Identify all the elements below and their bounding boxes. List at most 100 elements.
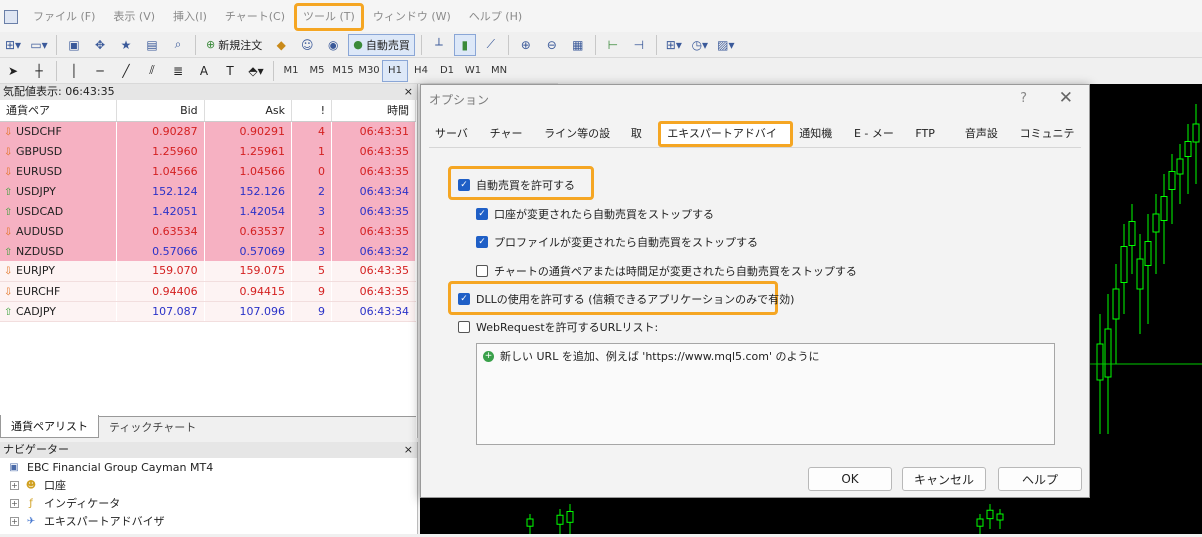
cursor-icon[interactable]: ➤ (2, 60, 24, 82)
stop-on-account-option[interactable]: ✓ 口座が変更されたら自動売買をストップする (476, 206, 714, 222)
stop-on-profile-option[interactable]: ✓ プロファイルが変更されたら自動売買をストップする (476, 234, 758, 250)
expand-icon[interactable]: + (10, 516, 19, 526)
timeframe-w1[interactable]: W1 (460, 60, 486, 82)
cancel-button[interactable]: キャンセル (902, 467, 986, 491)
navigator-item-indicators[interactable]: + ƒ インディケータ (0, 494, 417, 512)
channel-icon[interactable]: ⫽ (141, 60, 163, 82)
timeframe-m1[interactable]: M1 (278, 60, 304, 82)
text-label-icon[interactable]: T (219, 60, 241, 82)
navigator-item-experts[interactable]: + ✈ エキスパートアドバイザ (0, 512, 417, 530)
timeframe-m15[interactable]: M15 (330, 60, 356, 82)
new-order-button[interactable]: ⊕ 新規注文 (202, 34, 266, 56)
tab-email[interactable]: E - メール (848, 121, 909, 166)
tab-symbols[interactable]: 通貨ペアリスト (0, 415, 99, 438)
timeframe-h1[interactable]: H1 (382, 59, 408, 82)
periods-icon[interactable]: ◷▾ (689, 34, 711, 56)
timeframe-m30[interactable]: M30 (356, 60, 382, 82)
close-icon[interactable]: ✕ (1059, 88, 1073, 108)
timeframe-d1[interactable]: D1 (434, 60, 460, 82)
webrequest-checkbox[interactable] (458, 321, 470, 333)
timeframe-mn[interactable]: MN (486, 60, 512, 82)
navigator-item-accounts[interactable]: + ☻ 口座 (0, 476, 417, 494)
tab-sound[interactable]: 音声設定 (959, 121, 1014, 166)
allow-dll-checkbox[interactable]: ✓ (458, 293, 470, 305)
autoscroll-icon[interactable]: ⊢ (602, 34, 624, 56)
tab-expert-advisors[interactable]: エキスパートアドバイザ (658, 121, 794, 160)
ok-button[interactable]: OK (808, 467, 892, 491)
tab-server[interactable]: サーバー (429, 121, 484, 166)
tab-tick-chart[interactable]: ティックチャート (99, 416, 206, 438)
menu-insert[interactable]: 挿入(I) (164, 0, 216, 34)
menu-window[interactable]: ウィンドウ (W) (364, 0, 460, 34)
table-row[interactable]: ⇩ EURUSD 1.04566 1.04566 0 06:43:35 (0, 161, 416, 181)
stop-on-chart-checkbox[interactable] (476, 265, 488, 277)
terminal-icon[interactable]: ▤ (141, 34, 163, 56)
strategy-tester-icon[interactable]: ⌕ (167, 34, 189, 56)
table-row[interactable]: ⇩ GBPUSD 1.25960 1.25961 1 06:43:35 (0, 141, 416, 161)
autotrade-button[interactable]: ● 自動売買 (348, 33, 415, 56)
tab-notifications[interactable]: 通知機能 (793, 121, 848, 166)
column-header-symbol[interactable]: 通貨ペア (0, 100, 118, 122)
help-button[interactable]: ヘルプ (998, 467, 1082, 491)
navigator-item-broker[interactable]: ▣ EBC Financial Group Cayman MT4 (0, 458, 417, 476)
zoom-in-icon[interactable]: ⊕ (515, 34, 537, 56)
table-row[interactable]: ⇩ USDCHF 0.90287 0.90291 4 06:43:31 (0, 121, 416, 141)
vertical-line-icon[interactable]: │ (63, 60, 85, 82)
expand-icon[interactable]: + (10, 480, 19, 490)
bar-chart-icon[interactable]: ┴ (428, 34, 450, 56)
line-chart-icon[interactable]: ⟋ (480, 34, 502, 56)
table-row[interactable]: ⇧ USDCAD 1.42051 1.42054 3 06:43:35 (0, 201, 416, 221)
menu-file[interactable]: ファイル (F) (24, 0, 104, 34)
add-url-item[interactable]: + 新しい URL を追加、例えば 'https://www.mql5.com'… (477, 344, 1054, 368)
market-watch-icon[interactable]: ▣ (63, 34, 85, 56)
trendline-icon[interactable]: ╱ (115, 60, 137, 82)
close-icon[interactable]: × (404, 442, 413, 458)
stop-on-profile-checkbox[interactable]: ✓ (476, 236, 488, 248)
table-row[interactable]: ⇧ USDJPY 152.124 152.126 2 06:43:34 (0, 181, 416, 201)
stop-on-account-checkbox[interactable]: ✓ (476, 208, 488, 220)
column-header-time[interactable]: 時間 (331, 100, 416, 122)
metaeditor-icon[interactable]: ◆ (270, 34, 292, 56)
signal-icon[interactable]: ◉ (322, 34, 344, 56)
tab-chart[interactable]: チャート (484, 121, 539, 166)
allow-dll-option[interactable]: ✓ DLLの使用を許可する (信頼できるアプリケーションのみで有効) (458, 291, 794, 307)
new-chart-icon[interactable]: ⊞▾ (2, 34, 24, 56)
allow-autotrade-option[interactable]: ✓ 自動売買を許可する (458, 177, 575, 193)
menu-help[interactable]: ヘルプ (H) (460, 0, 531, 34)
timeframe-h4[interactable]: H4 (408, 60, 434, 82)
menu-view[interactable]: 表示 (V) (104, 0, 164, 34)
allow-autotrade-checkbox[interactable]: ✓ (458, 179, 470, 191)
tab-community[interactable]: コミュニティ (1014, 121, 1089, 166)
zoom-out-icon[interactable]: ⊖ (541, 34, 563, 56)
horizontal-line-icon[interactable]: ─ (89, 60, 111, 82)
user-icon[interactable]: ☺ (296, 34, 318, 56)
column-header-bid[interactable]: Bid (116, 100, 205, 122)
chart-shift-icon[interactable]: ⊣ (628, 34, 650, 56)
tab-trade[interactable]: 取引 (625, 121, 658, 166)
candlestick-icon[interactable]: ▮ (453, 33, 476, 56)
table-row[interactable]: ⇩ EURCHF 0.94406 0.94415 9 06:43:35 (0, 281, 416, 302)
table-row[interactable]: ⇩ AUDUSD 0.63534 0.63537 3 06:43:35 (0, 221, 416, 241)
templates-icon[interactable]: ▨▾ (715, 34, 737, 56)
tile-windows-icon[interactable]: ▦ (567, 34, 589, 56)
timeframe-m5[interactable]: M5 (304, 60, 330, 82)
close-icon[interactable]: × (404, 84, 413, 100)
url-list[interactable]: + 新しい URL を追加、例えば 'https://www.mql5.com'… (476, 343, 1055, 445)
navigator-icon[interactable]: ★ (115, 34, 137, 56)
data-window-icon[interactable]: ✥ (89, 34, 111, 56)
column-header-ask[interactable]: Ask (204, 100, 293, 122)
table-row[interactable]: ⇧ CADJPY 107.087 107.096 9 06:43:34 (0, 301, 416, 322)
table-row[interactable]: ⇧ NZDUSD 0.57066 0.57069 3 06:43:32 (0, 241, 416, 261)
tab-ftp[interactable]: FTP (909, 121, 941, 147)
column-header-spread[interactable]: ! (291, 100, 332, 122)
menu-tools[interactable]: ツール (T) (294, 3, 364, 31)
menu-chart[interactable]: チャート(C) (216, 0, 294, 34)
fibonacci-icon[interactable]: ≣ (167, 60, 189, 82)
expand-icon[interactable]: + (10, 498, 19, 508)
profiles-icon[interactable]: ▭▾ (28, 34, 50, 56)
crosshair-icon[interactable]: ┼ (28, 60, 50, 82)
stop-on-chart-option[interactable]: チャートの通貨ペアまたは時間足が変更されたら自動売買をストップする (476, 263, 857, 279)
indicators-icon[interactable]: ⊞▾ (663, 34, 685, 56)
table-row[interactable]: ⇩ EURJPY 159.070 159.075 5 06:43:35 (0, 261, 416, 282)
webrequest-option[interactable]: WebRequestを許可するURLリスト: (458, 319, 658, 335)
